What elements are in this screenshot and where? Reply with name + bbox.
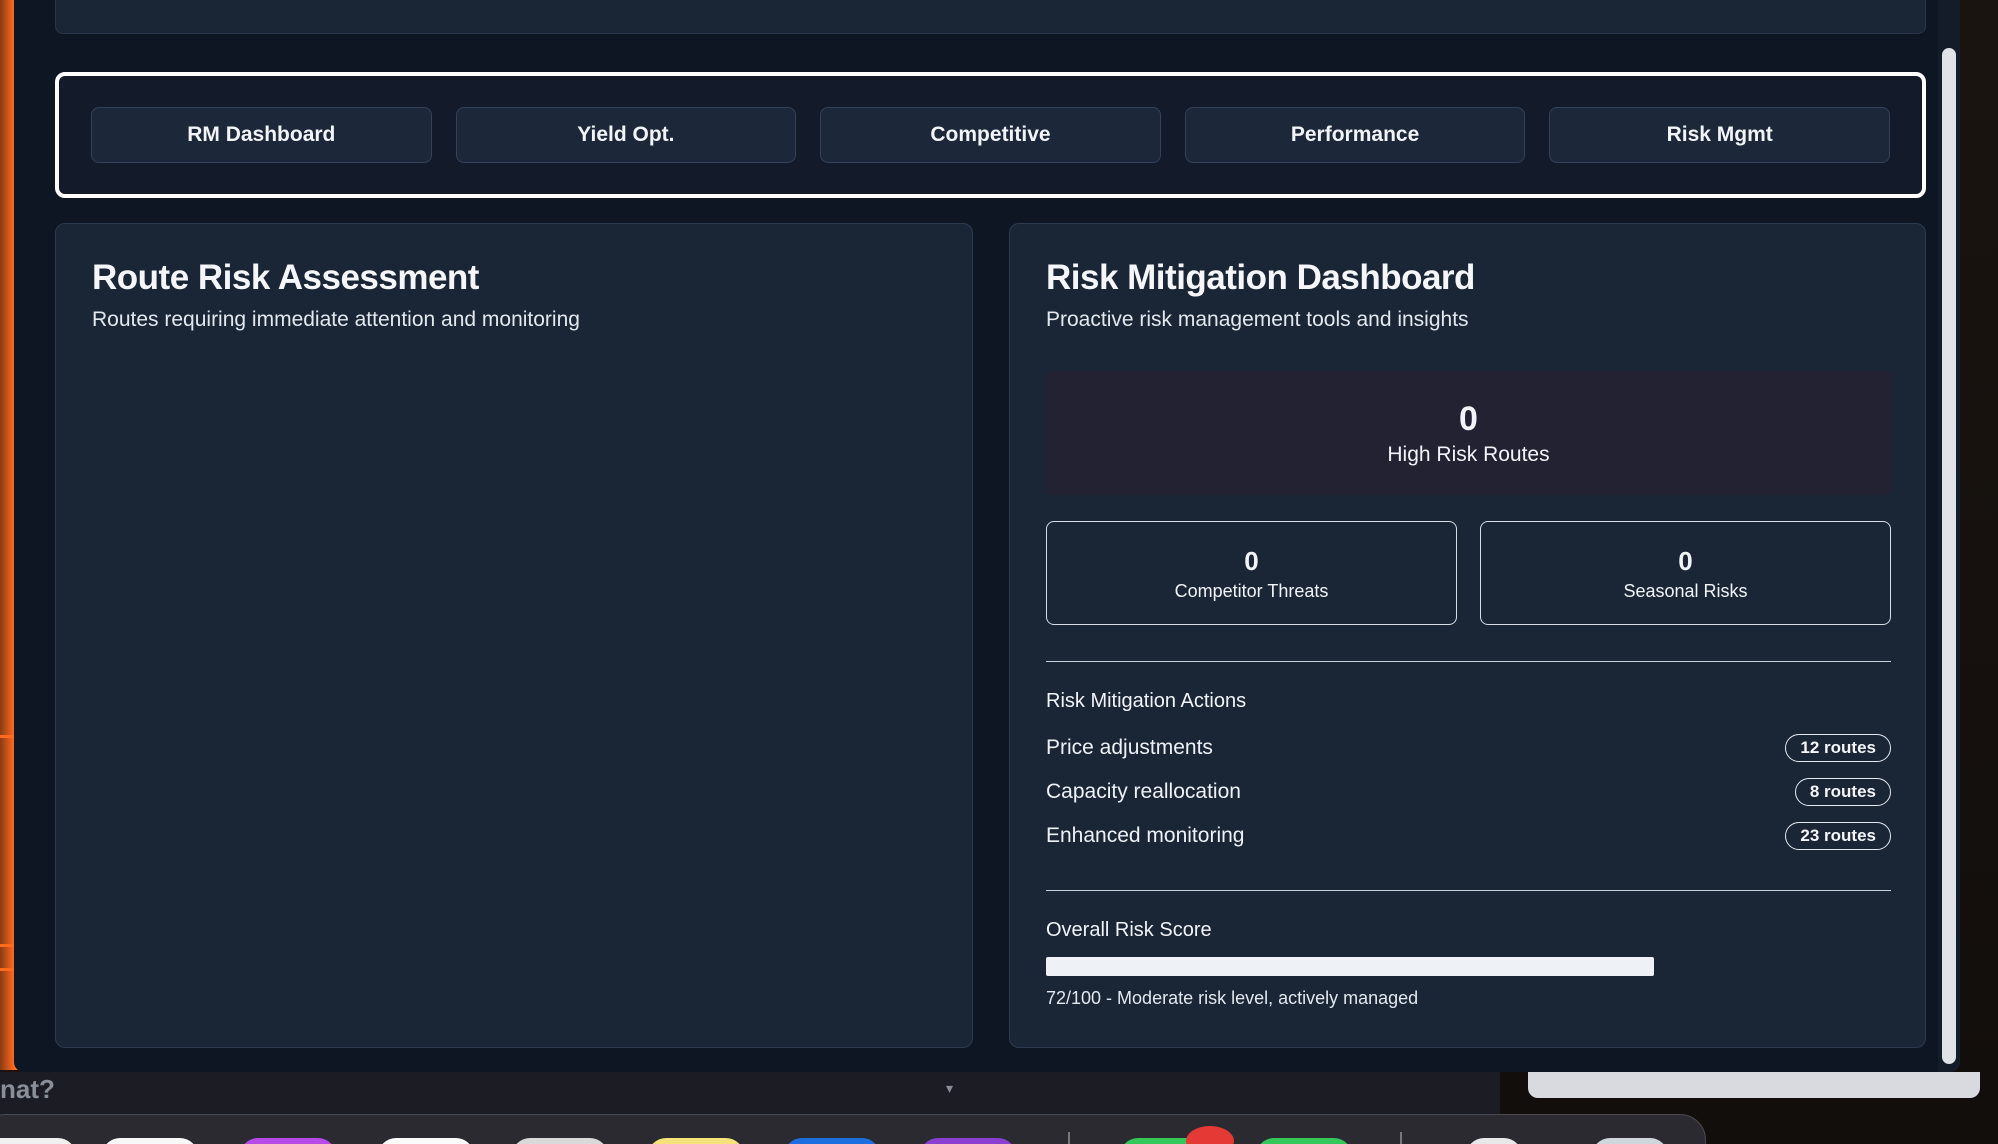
dock-separator	[1068, 1132, 1070, 1144]
competitor-threats-stat: 0 Competitor Threats	[1046, 521, 1457, 625]
seasonal-risks-label: Seasonal Risks	[1623, 580, 1748, 601]
dock-app-icon[interactable]	[1256, 1138, 1352, 1144]
dock-app-icon[interactable]	[0, 1138, 76, 1144]
scrollbar-thumb[interactable]	[1942, 48, 1956, 1064]
routes-count-badge: 8 routes	[1794, 778, 1891, 806]
chevron-down-icon: ▾	[946, 1080, 954, 1096]
dock-app-icon[interactable]	[102, 1138, 198, 1144]
background-chat-input: nat? ▾	[0, 1072, 1500, 1116]
nav-competitive-button[interactable]: Competitive	[820, 107, 1161, 163]
dock-app-icon[interactable]	[648, 1138, 744, 1144]
competitor-threats-value: 0	[1244, 545, 1259, 576]
risk-mitigation-panel: Risk Mitigation Dashboard Proactive risk…	[1009, 223, 1926, 1048]
action-label: Capacity reallocation	[1046, 780, 1241, 803]
app-window: RM Dashboard Yield Opt. Competitive Perf…	[14, 0, 1960, 1072]
dock-separator	[1400, 1132, 1402, 1144]
background-window-preview	[1528, 1072, 1980, 1098]
seasonal-risks-stat: 0 Seasonal Risks	[1480, 521, 1891, 625]
mitigation-actions-title: Risk Mitigation Actions	[1046, 690, 1247, 712]
nav-yield-opt-button[interactable]: Yield Opt.	[455, 107, 797, 163]
high-risk-routes-label: High Risk Routes	[1387, 443, 1550, 466]
high-risk-routes-value: 0	[1459, 400, 1478, 438]
dock-app-icon[interactable]	[920, 1138, 1016, 1144]
background-input-text: nat?	[0, 1074, 55, 1104]
mitigation-action-row: Price adjustments 12 routes	[1046, 732, 1891, 764]
nav-performance-button[interactable]: Performance	[1184, 107, 1526, 163]
route-risk-title: Route Risk Assessment	[92, 258, 479, 297]
nav-risk-mgmt-button[interactable]: Risk Mgmt	[1549, 107, 1890, 163]
dock-app-icon[interactable]	[784, 1138, 880, 1144]
route-risk-panel: Route Risk Assessment Routes requiring i…	[55, 223, 973, 1048]
divider	[1046, 661, 1891, 662]
scrollbar[interactable]	[1938, 0, 1960, 1072]
dock-app-icon[interactable]	[378, 1138, 474, 1144]
top-panel	[55, 0, 1926, 34]
risk-mitigation-subtitle: Proactive risk management tools and insi…	[1046, 308, 1469, 331]
nav-rm-dashboard-button[interactable]: RM Dashboard	[91, 107, 432, 163]
dock-app-icon[interactable]	[240, 1138, 336, 1144]
routes-count-badge: 23 routes	[1785, 822, 1891, 850]
mitigation-action-row: Capacity reallocation 8 routes	[1046, 776, 1891, 808]
trash-icon[interactable]	[1592, 1138, 1668, 1144]
divider	[1046, 890, 1891, 891]
dock-app-icon[interactable]	[512, 1138, 608, 1144]
module-nav: RM Dashboard Yield Opt. Competitive Perf…	[55, 72, 1926, 198]
overall-risk-title: Overall Risk Score	[1046, 919, 1212, 941]
mitigation-action-row: Enhanced monitoring 23 routes	[1046, 820, 1891, 852]
routes-count-badge: 12 routes	[1785, 734, 1891, 762]
competitor-threats-label: Competitor Threats	[1174, 580, 1329, 601]
overall-risk-progress	[1046, 957, 1891, 976]
route-risk-subtitle: Routes requiring immediate attention and…	[92, 308, 580, 331]
seasonal-risks-value: 0	[1678, 545, 1693, 576]
risk-mitigation-title: Risk Mitigation Dashboard	[1046, 258, 1475, 297]
action-label: Price adjustments	[1046, 736, 1213, 759]
overall-risk-progress-fill	[1046, 957, 1655, 976]
overall-risk-caption: 72/100 - Moderate risk level, actively m…	[1046, 988, 1419, 1008]
action-label: Enhanced monitoring	[1046, 824, 1245, 847]
high-risk-routes-stat: 0 High Risk Routes	[1046, 371, 1891, 495]
